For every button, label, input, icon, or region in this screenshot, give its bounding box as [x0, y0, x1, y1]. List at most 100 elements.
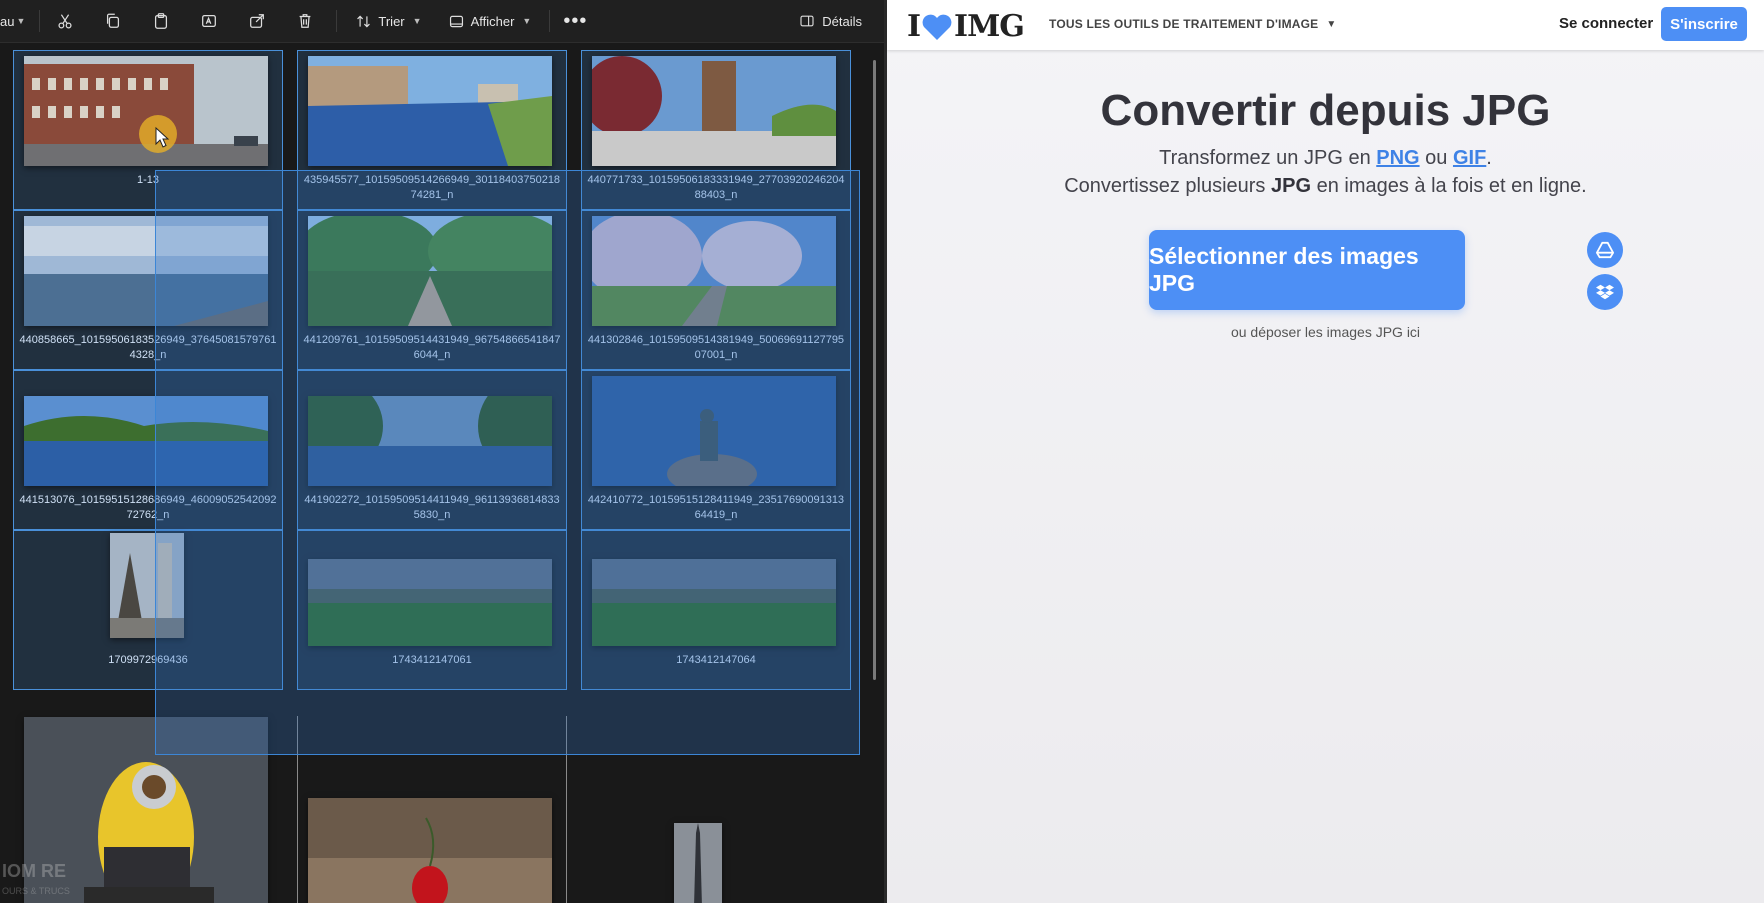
toolbar-separator	[549, 10, 551, 32]
subtitle-line-1: Transformez un JPG en PNG ou GIF.	[887, 147, 1764, 170]
file-tile[interactable]: 435945577_10159509514266949_301184037502…	[297, 50, 567, 210]
cut-button[interactable]	[48, 5, 82, 37]
chevron-down-icon: ▼	[522, 16, 532, 26]
subtitle-line-2: Convertissez plusieurs JPG en images à l…	[887, 175, 1764, 198]
thumbnail-image	[674, 823, 722, 903]
details-label: Détails	[822, 13, 862, 29]
share-button[interactable]	[240, 5, 274, 37]
png-link[interactable]: PNG	[1376, 147, 1419, 169]
thumbnail-image	[592, 559, 836, 646]
toolbar-separator	[39, 10, 41, 32]
file-name: 1743412147061	[392, 654, 472, 666]
sort-label: Trier	[378, 13, 405, 29]
view-layout-label: au	[0, 13, 15, 29]
file-tile[interactable]: 441513076_10159515128686949_460090525420…	[13, 370, 283, 530]
drop-zone-hint: ou déposer les images JPG ici	[1230, 324, 1421, 340]
file-tile[interactable]	[297, 716, 567, 903]
google-drive-icon	[1596, 241, 1614, 259]
gif-link[interactable]: GIF	[1453, 147, 1486, 169]
file-tile[interactable]	[581, 716, 851, 903]
file-name: 435945577_10159509514266949_301184037502…	[303, 174, 561, 201]
thumbnail-image	[592, 56, 836, 166]
file-tile[interactable]: 1709972969436	[13, 530, 283, 690]
subtitle-text: Transformez un JPG en	[1159, 147, 1377, 169]
rename-icon	[202, 14, 217, 28]
thumbnail-image	[110, 533, 184, 638]
subtitle-text: .	[1486, 147, 1492, 169]
thumbnail-image	[308, 798, 552, 903]
caret-down-icon: ▼	[1326, 18, 1337, 30]
file-name: 1743412147064	[676, 654, 756, 666]
mouse-cursor-icon	[138, 114, 184, 165]
file-name: 1709972969436	[108, 654, 188, 666]
copy-icon	[107, 13, 120, 28]
clipboard-icon	[155, 13, 168, 29]
google-drive-button[interactable]	[1587, 232, 1623, 268]
thumbnail-image	[592, 216, 836, 326]
trash-icon	[299, 14, 311, 28]
site-logo[interactable]: I IMG	[907, 9, 1025, 44]
view-icon	[449, 15, 463, 27]
all-tools-menu[interactable]: TOUS LES OUTILS DE TRAITEMENT D'IMAGE ▼	[1049, 17, 1336, 31]
thumbnail-image	[24, 216, 268, 326]
file-tile[interactable]: 441209761_10159509514431949_967548665418…	[297, 210, 567, 370]
thumbnail-image	[308, 56, 552, 166]
sort-button[interactable]: Trier ▼	[345, 5, 431, 37]
signup-button[interactable]: S'inscrire	[1661, 7, 1747, 41]
file-tile[interactable]: 1743412147061	[297, 530, 567, 690]
select-images-button[interactable]: Sélectionner des images JPG	[1149, 230, 1465, 310]
watermark-subtext: OURS & TRUCS	[2, 886, 70, 896]
file-name: 440858665_10159506183526949_376450815797…	[19, 334, 277, 361]
iloveimg-page: I IMG TOUS LES OUTILS DE TRAITEMENT D'IM…	[887, 0, 1764, 903]
watermark-text: IOM RE	[2, 861, 67, 881]
logo-text-right: IMG	[954, 9, 1025, 44]
thumbnail-image	[308, 559, 552, 646]
file-name: 441302846_10159509514381949_500696911277…	[587, 334, 845, 361]
scissors-icon	[58, 14, 72, 29]
sort-arrows-icon	[357, 15, 371, 27]
site-header: I IMG TOUS LES OUTILS DE TRAITEMENT D'IM…	[887, 0, 1764, 50]
share-icon	[250, 14, 265, 28]
view-label: Afficher	[470, 13, 515, 29]
thumbnail-image	[592, 376, 836, 486]
toolbar-separator	[336, 10, 338, 32]
file-name: 441209761_10159509514431949_967548665418…	[303, 334, 561, 361]
file-tile[interactable]: 441302846_10159509514381949_500696911277…	[581, 210, 851, 370]
explorer-toolbar: au ▼ Trier ▼ Afficher ▼ ••• Détails	[0, 0, 884, 43]
file-tile[interactable]: 440771733_10159506183331949_277039202462…	[581, 50, 851, 210]
file-name: 441513076_10159515128686949_460090525420…	[19, 494, 277, 521]
file-grid: 1-13 435945577_10159509514266949_3011840…	[0, 43, 884, 903]
dropbox-button[interactable]	[1587, 274, 1623, 310]
subtitle-bold: JPG	[1270, 175, 1312, 197]
subtitle-text: ou	[1419, 147, 1453, 169]
file-tile[interactable]: 1743412147064	[581, 530, 851, 690]
subtitle-text: en images à la fois et en ligne.	[1311, 175, 1587, 197]
vertical-scrollbar[interactable]	[873, 60, 876, 680]
rename-button[interactable]	[192, 5, 226, 37]
subtitle-text: Convertissez plusieurs	[1064, 175, 1271, 197]
file-tile[interactable]: 440858665_10159506183526949_376450815797…	[13, 210, 283, 370]
view-button[interactable]: Afficher ▼	[438, 5, 542, 37]
thumbnail-image	[308, 396, 552, 486]
dropbox-icon	[1596, 284, 1614, 300]
thumbnail-image	[24, 396, 268, 486]
file-name: 442410772_10159515128411949_235176900913…	[587, 494, 845, 521]
login-link[interactable]: Se connecter	[1559, 15, 1653, 32]
chevron-down-icon: ▼	[412, 16, 422, 26]
file-name: 1-13	[136, 174, 160, 186]
file-tile[interactable]: 442410772_10159515128411949_235176900913…	[581, 370, 851, 530]
file-tile[interactable]: 441902272_10159509514411949_961139368148…	[297, 370, 567, 530]
file-name: 440771733_10159506183331949_277039202462…	[587, 174, 845, 201]
paste-button[interactable]	[144, 5, 178, 37]
view-layout-dropdown[interactable]: au ▼	[0, 5, 31, 37]
file-explorer-window: au ▼ Trier ▼ Afficher ▼ ••• Détails 1-13…	[0, 0, 884, 903]
copy-button[interactable]	[96, 5, 130, 37]
tools-menu-label: TOUS LES OUTILS DE TRAITEMENT D'IMAGE	[1049, 17, 1319, 31]
thumbnail-image	[308, 216, 552, 326]
file-name: 441902272_10159509514411949_961139368148…	[304, 494, 560, 521]
details-pane-icon	[800, 15, 814, 27]
details-pane-button[interactable]: Détails	[799, 5, 862, 37]
more-dots-icon: •••	[563, 9, 588, 32]
delete-button[interactable]	[288, 5, 322, 37]
more-options-button[interactable]: •••	[558, 5, 592, 37]
